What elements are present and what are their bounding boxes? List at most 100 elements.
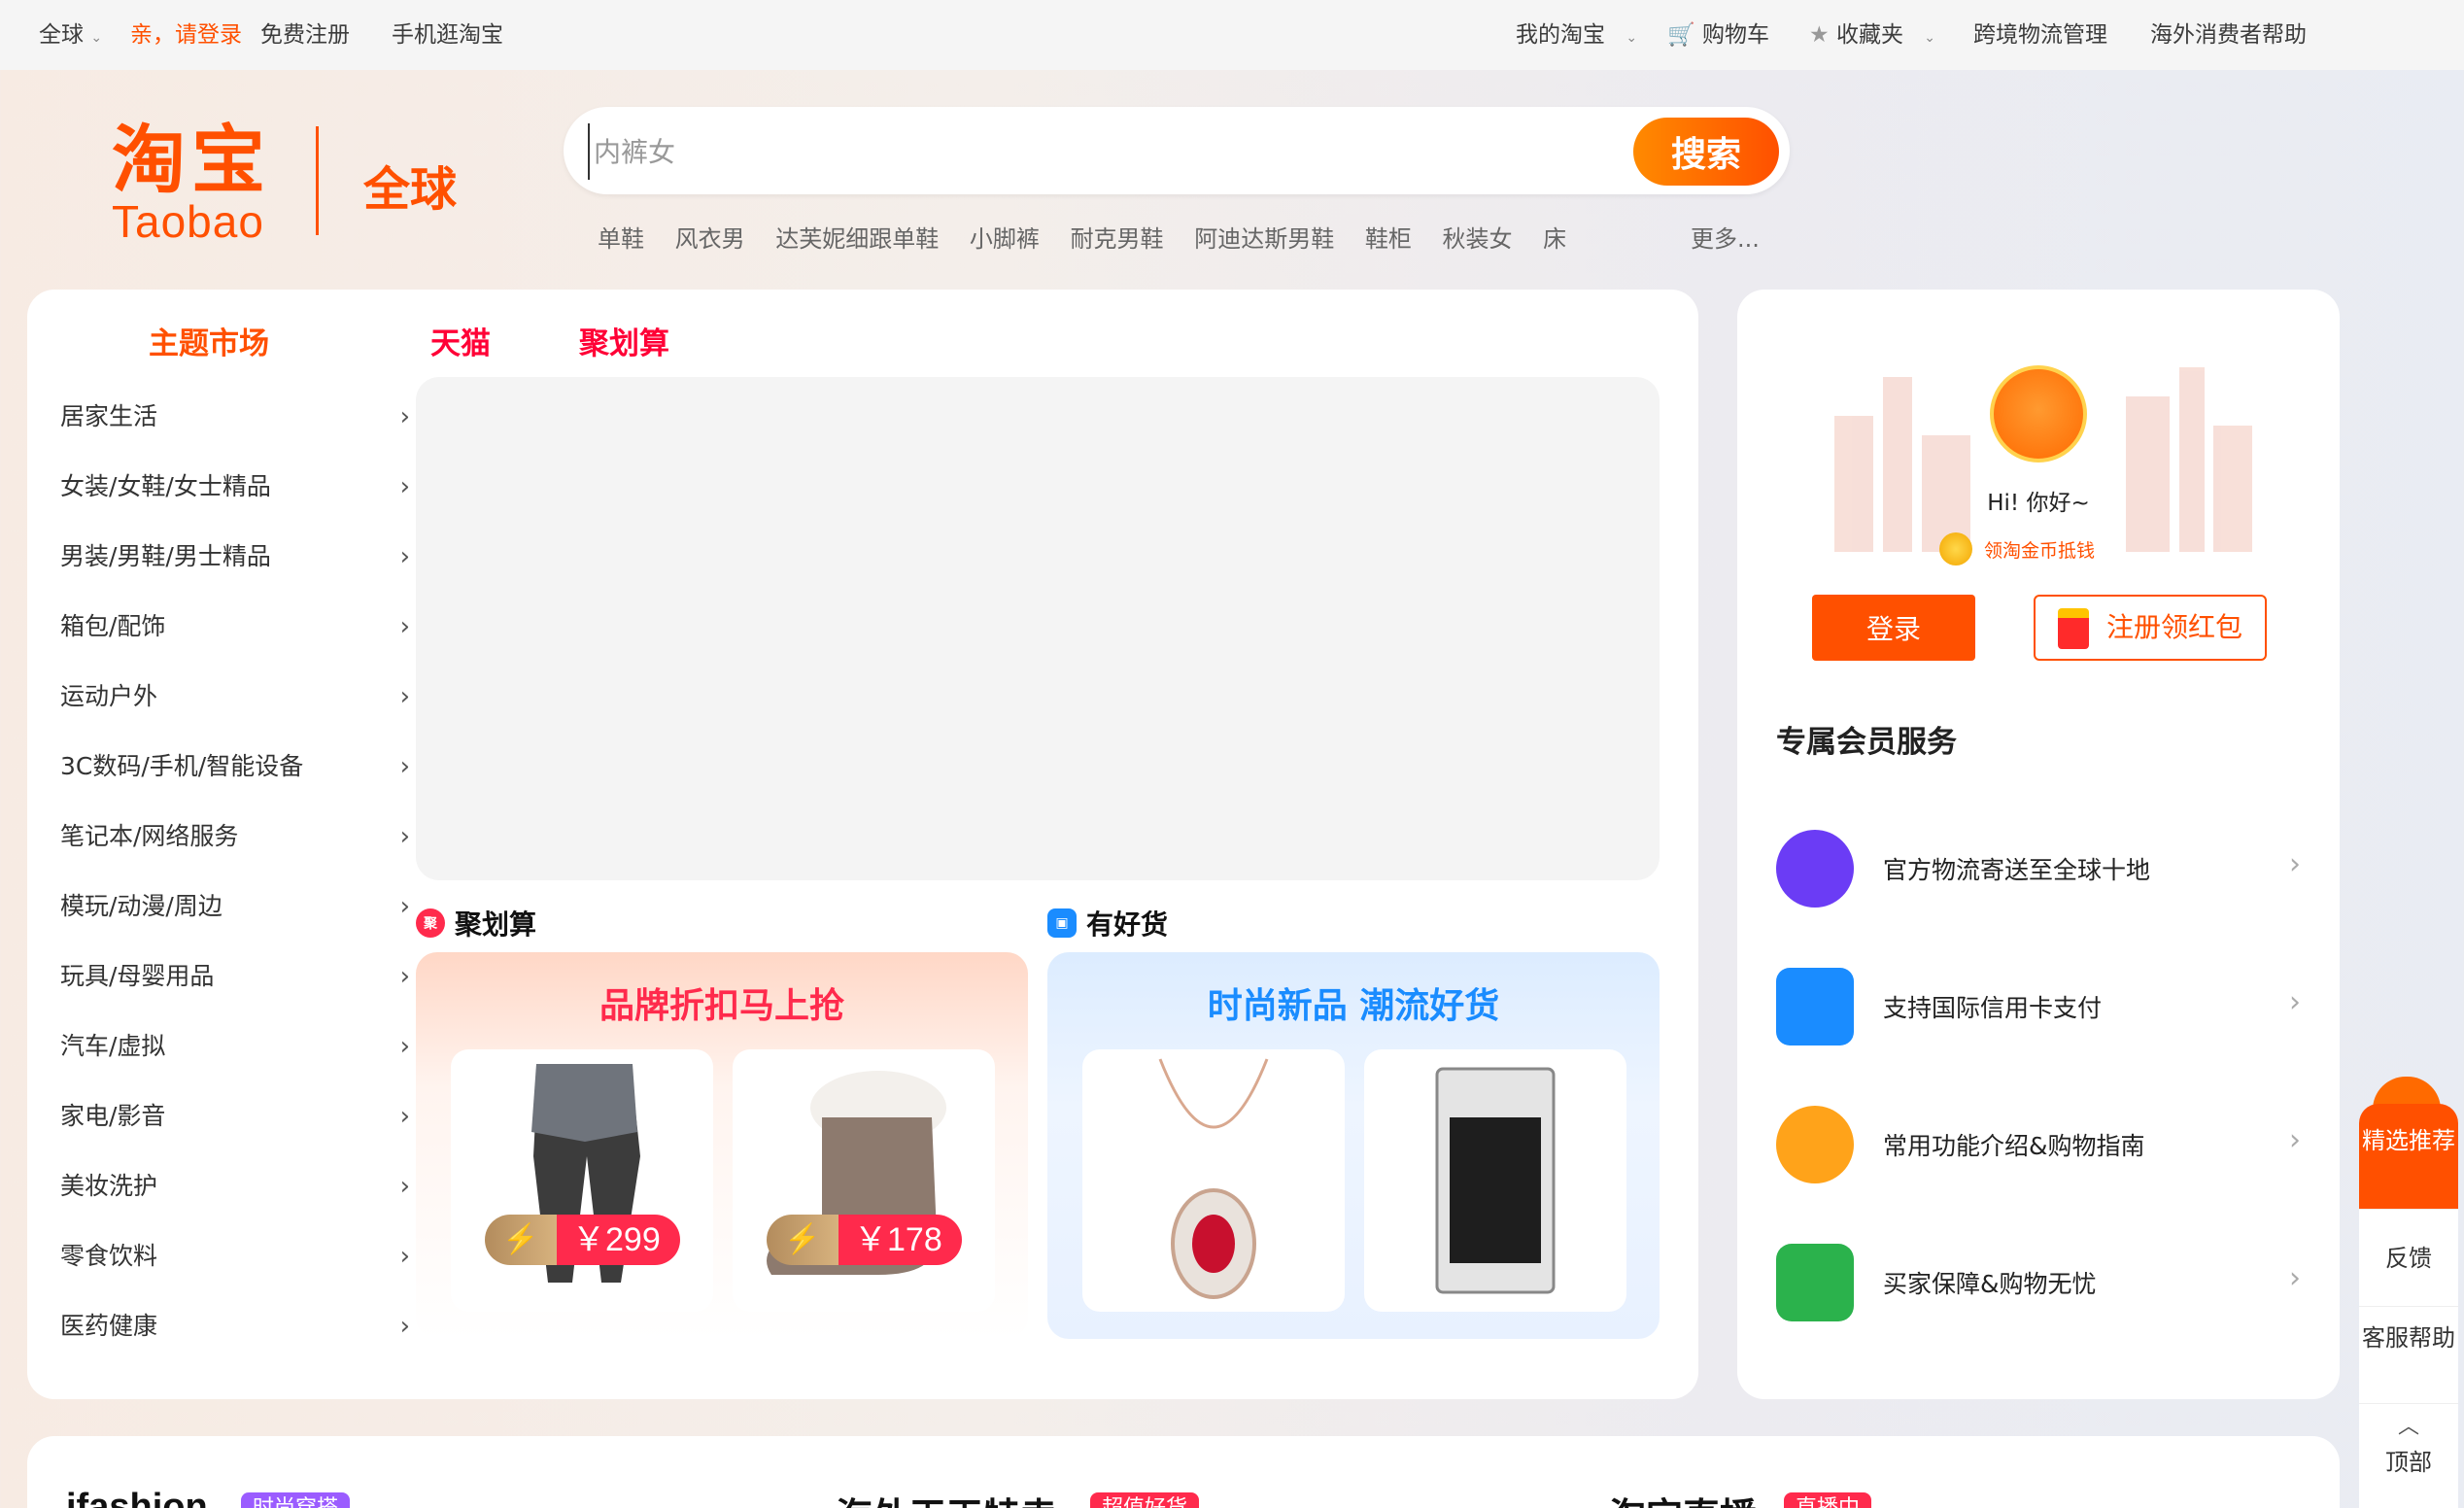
hot-word[interactable]: 秋装女 [1442, 225, 1512, 253]
category-label: 女装/女鞋/女士精品 [60, 472, 271, 500]
logo-divider [316, 126, 319, 235]
region-selector[interactable]: 全球 ⌄ [39, 16, 102, 49]
category-item[interactable]: 汽车/虚拟 › [60, 1021, 410, 1091]
hot-word[interactable]: 小脚裤 [970, 225, 1040, 253]
category-item[interactable]: 美妆洗护 › [60, 1161, 410, 1231]
search-input[interactable] [588, 123, 1589, 180]
chevron-right-icon: › [2289, 847, 2301, 881]
login-button[interactable]: 登录 [1812, 595, 1975, 661]
lightning-icon: ⚡ [767, 1215, 838, 1265]
logistics-link[interactable]: 跨境物流管理 [1973, 16, 2107, 49]
featured-recommend-button[interactable]: 精选推荐 [2359, 1104, 2458, 1209]
category-item[interactable]: 零食饮料 › [60, 1231, 410, 1301]
customer-service-button[interactable]: 客服帮助 [2359, 1306, 2458, 1403]
chevron-right-icon: › [399, 682, 410, 711]
my-taobao-link[interactable]: 我的淘宝 ⌄ [1516, 16, 1637, 49]
favorites-link[interactable]: ★ 收藏夹 ⌄ [1809, 16, 1935, 49]
category-title: 主题市场 [149, 326, 269, 361]
chevron-right-icon: › [399, 542, 410, 571]
register-red-packet-button[interactable]: 注册领红包 [2034, 595, 2267, 661]
chevron-right-icon: › [399, 1242, 410, 1271]
chevron-down-icon: ⌄ [1626, 30, 1638, 46]
compass-icon [1776, 1106, 1854, 1183]
hot-word[interactable]: 床 [1543, 225, 1566, 253]
hero-banner[interactable] [416, 377, 1660, 880]
chevron-right-icon: › [399, 962, 410, 991]
avatar[interactable] [1990, 365, 2087, 463]
hot-word[interactable]: 风衣男 [675, 225, 745, 253]
greeting-text: Hi! 你好~ [1987, 491, 2090, 516]
category-item[interactable]: 女装/女鞋/女士精品 › [60, 462, 410, 531]
category-item[interactable]: 男装/男鞋/男士精品 › [60, 531, 410, 601]
member-services-title: 专属会员服务 [1776, 725, 1957, 760]
category-item[interactable]: 3C数码/手机/智能设备 › [60, 741, 410, 811]
chevron-right-icon: › [399, 1312, 410, 1341]
necklace-image [1158, 1058, 1269, 1299]
juhuasuan-section-label[interactable]: 聚 聚划算 [416, 904, 536, 942]
hot-word[interactable]: 阿迪达斯男鞋 [1194, 225, 1334, 253]
overseas-help-link[interactable]: 海外消费者帮助 [2150, 16, 2307, 49]
category-label: 汽车/虚拟 [60, 1032, 166, 1060]
bottom-sections-card: ifashion 时尚穿搭 海外天天特卖 超值好货 淘宝直播 直播中 [27, 1436, 2340, 1508]
mobile-taobao-link[interactable]: 手机逛淘宝 [392, 16, 503, 49]
shield-icon [1776, 1244, 1854, 1321]
gift-bag-icon: ▣ [1047, 908, 1077, 938]
hot-word[interactable]: 鞋柜 [1365, 225, 1412, 253]
live-heading[interactable]: 淘宝直播 [1609, 1487, 1757, 1508]
register-link[interactable]: 免费注册 [260, 16, 350, 49]
back-to-top-button[interactable]: ︿ 顶部 [2359, 1403, 2458, 1508]
ifashion-heading[interactable]: ifashion [66, 1487, 208, 1508]
category-label: 美妆洗护 [60, 1172, 158, 1200]
product-card-lash-box[interactable] [1364, 1049, 1626, 1312]
hot-word[interactable]: 达芙妮细跟单鞋 [775, 225, 939, 253]
coin-text: 领淘金币抵钱 [1984, 539, 2096, 562]
plane-icon [1776, 830, 1854, 908]
category-item[interactable]: 玩具/母婴用品 › [60, 951, 410, 1021]
cart-link[interactable]: 🛒 购物车 [1667, 16, 1769, 49]
hot-word[interactable]: 单鞋 [598, 225, 644, 253]
youhaohuo-promo[interactable]: 时尚新品 潮流好货 [1047, 952, 1660, 1339]
hot-word[interactable]: 耐克男鞋 [1071, 225, 1164, 253]
more-hot-words-link[interactable]: 更多... [1691, 220, 1760, 254]
tab-tmall[interactable]: 天猫 [430, 319, 491, 362]
category-item[interactable]: 居家生活 › [60, 392, 410, 462]
category-label: 运动户外 [60, 682, 158, 710]
main-content-card: 主题市场 天猫 聚划算 居家生活 › 女装/女鞋/女士精品 › 男装/男鞋/男士精品… [27, 290, 1698, 1399]
youhaohuo-title: 时尚新品 潮流好货 [1207, 986, 1500, 1026]
category-label: 箱包/配饰 [60, 612, 166, 640]
product-card-boots[interactable]: ⚡ ￥178 [733, 1049, 995, 1312]
tab-juhuasuan[interactable]: 聚划算 [579, 319, 669, 362]
service-item-guide[interactable]: 常用功能介绍&购物指南 › [1776, 1098, 2301, 1185]
login-link[interactable]: 亲，请登录 [130, 16, 242, 49]
product-card-leggings[interactable]: ⚡ ￥299 [451, 1049, 713, 1312]
overseas-deals-heading[interactable]: 海外天天特卖 [836, 1487, 1057, 1508]
category-item[interactable]: 箱包/配饰 › [60, 601, 410, 671]
category-label: 家电/影音 [60, 1102, 166, 1130]
juhuasuan-promo[interactable]: 品牌折扣马上抢 ⚡ ￥299 ⚡ ￥178 [416, 952, 1028, 1339]
category-item[interactable]: 医药健康 › [60, 1301, 410, 1371]
category-item[interactable]: 笔记本/网络服务 › [60, 811, 410, 881]
live-badge: 直播中 [1784, 1492, 1872, 1508]
service-item-protection[interactable]: 买家保障&购物无忧 › [1776, 1236, 2301, 1323]
taobao-coin-link[interactable]: 领淘金币抵钱 [1939, 532, 2095, 566]
category-item[interactable]: 模玩/动漫/周边 › [60, 881, 410, 951]
category-label: 3C数码/手机/智能设备 [60, 752, 304, 780]
region-label: 全球 [39, 22, 84, 48]
youhaohuo-label: 有好货 [1086, 908, 1169, 941]
category-item[interactable]: 家电/影音 › [60, 1091, 410, 1161]
chevron-right-icon: › [2289, 1123, 2301, 1157]
feedback-button[interactable]: 反馈 [2359, 1209, 2458, 1306]
back-to-top-label: 顶部 [2385, 1449, 2432, 1476]
service-item-payment[interactable]: 支持国际信用卡支付 › [1776, 960, 2301, 1047]
service-item-logistics[interactable]: 官方物流寄送至全球十地 › [1776, 822, 2301, 909]
chevron-right-icon: › [2289, 985, 2301, 1019]
taobao-logo[interactable]: 淘宝 Taobao [112, 121, 296, 245]
category-label: 男装/男鞋/男士精品 [60, 542, 271, 570]
user-side-card: Hi! 你好~ 领淘金币抵钱 登录 注册领红包 专属会员服务 官方物流寄送至全球… [1737, 290, 2340, 1399]
youhaohuo-section-label[interactable]: ▣ 有好货 [1047, 904, 1168, 942]
coin-icon [1939, 532, 1972, 566]
product-card-necklace[interactable] [1082, 1049, 1345, 1312]
search-button[interactable]: 搜索 [1633, 118, 1779, 186]
category-label: 居家生活 [60, 402, 158, 430]
category-item[interactable]: 运动户外 › [60, 671, 410, 741]
